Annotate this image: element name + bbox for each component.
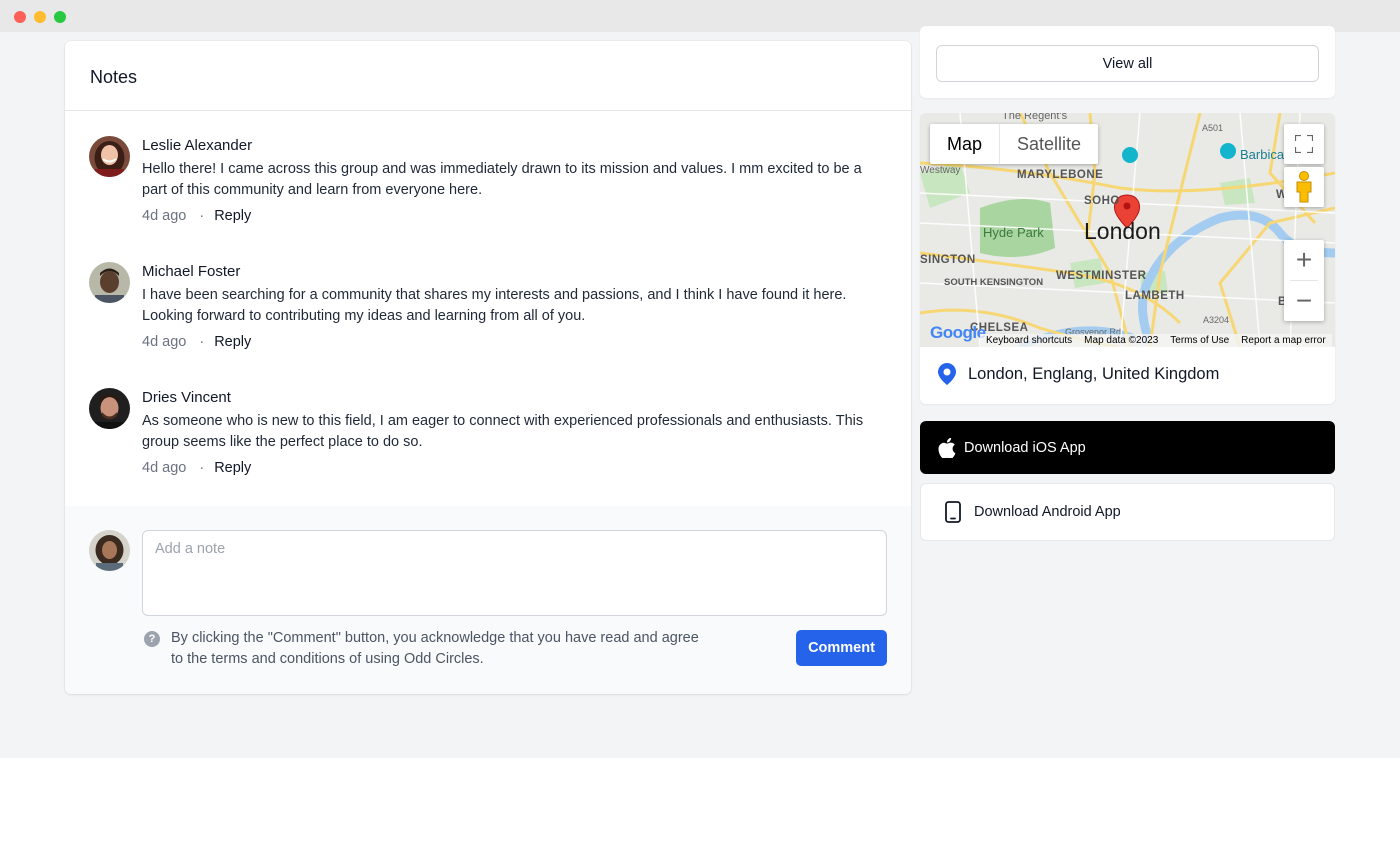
reply-button[interactable]: Reply (214, 208, 251, 224)
comment-disclaimer: ? By clicking the "Comment" button, you … (144, 628, 704, 669)
comment-meta: 4d ago · Reply (142, 334, 887, 350)
maximize-window-button[interactable] (54, 11, 66, 23)
map-label-westway: Westway (920, 165, 960, 176)
page-content: Notes Leslie Alexander Hello there! I ca… (0, 26, 1400, 758)
meta-separator: · (199, 208, 205, 224)
reply-button[interactable]: Reply (214, 334, 251, 350)
download-android-label: Download Android App (974, 504, 1121, 520)
street-view-button[interactable] (1284, 167, 1324, 207)
minimize-window-button[interactable] (34, 11, 46, 23)
map-label-marylebone: MARYLEBONE (1017, 169, 1103, 181)
location-row: London, Englang, United Kingdom (938, 363, 1219, 385)
avatar (89, 136, 130, 177)
map-label-kensington: SINGTON (920, 254, 976, 266)
phone-icon (945, 501, 961, 523)
comment-author: Michael Foster (142, 263, 241, 280)
comment-body: Dries Vincent As someone who is new to t… (142, 388, 887, 476)
download-android-button[interactable]: Download Android App (920, 483, 1335, 541)
map-tab-satellite[interactable]: Satellite (1000, 124, 1098, 164)
avatar (89, 388, 130, 429)
terms-of-use-link[interactable]: Terms of Use (1164, 334, 1235, 347)
comment-body: Leslie Alexander Hello there! I came acr… (142, 136, 887, 224)
current-user-avatar (89, 530, 130, 571)
download-ios-label: Download iOS App (964, 439, 1086, 456)
comment-meta: 4d ago · Reply (142, 208, 887, 224)
note-composer: ? By clicking the "Comment" button, you … (65, 506, 911, 694)
map-label-soho: SOHO (1084, 195, 1120, 207)
disclaimer-text: By clicking the "Comment" button, you ac… (171, 630, 699, 667)
reply-button[interactable]: Reply (214, 460, 251, 476)
comment-body: Michael Foster I have been searching for… (142, 262, 887, 350)
meta-separator: · (199, 460, 205, 476)
map-label-regents: The Regent's (1002, 113, 1068, 122)
view-all-button[interactable]: View all (936, 45, 1319, 82)
comment-author: Dries Vincent (142, 389, 231, 406)
apple-icon (938, 437, 956, 458)
map-label-hyde-park: Hyde Park (983, 225, 1044, 240)
google-logo-text: Google (930, 323, 986, 342)
location-pin-icon (938, 363, 956, 385)
map-view[interactable]: London MARYLEBONE SOHO Hyde Park WESTMIN… (920, 113, 1335, 347)
zoom-controls: + − (1284, 240, 1324, 321)
avatar (89, 262, 130, 303)
close-window-button[interactable] (14, 11, 26, 23)
view-all-card: View all (920, 26, 1335, 98)
map-label-a3204: A3204 (1203, 315, 1229, 325)
comment-time: 4d ago (142, 208, 187, 224)
map-data-credit: Map data ©2023 (1084, 335, 1159, 346)
download-ios-button[interactable]: Download iOS App (920, 421, 1335, 474)
map-label-lambeth: LAMBETH (1125, 290, 1185, 302)
question-icon: ? (144, 631, 160, 647)
pegman-icon (1296, 171, 1312, 203)
map-label-city: London (1084, 218, 1161, 244)
comment-meta: 4d ago · Reply (142, 460, 887, 476)
google-logo: Google (930, 323, 986, 343)
meta-separator: · (199, 334, 205, 350)
zoom-out-button[interactable]: − (1284, 281, 1324, 321)
map-label-a501: A501 (1202, 123, 1223, 133)
comment-author: Leslie Alexander (142, 137, 253, 154)
notes-title: Notes (90, 67, 138, 87)
comment-text: I have been searching for a community th… (142, 287, 847, 324)
map-label-westminster: WESTMINSTER (1056, 270, 1147, 282)
map-tab-map[interactable]: Map (930, 124, 1001, 164)
map-label-south-kensington: SOUTH KENSINGTON (944, 277, 1043, 288)
location-text: London, Englang, United Kingdom (968, 364, 1220, 383)
map-label-barbican: Barbica (1240, 147, 1285, 162)
fullscreen-button[interactable] (1284, 124, 1324, 164)
zoom-in-button[interactable]: + (1284, 240, 1324, 280)
map-card: London MARYLEBONE SOHO Hyde Park WESTMIN… (920, 113, 1335, 404)
map-type-toggle: Map Satellite (930, 124, 1099, 164)
comment-time: 4d ago (142, 334, 187, 350)
notes-header: Notes (65, 41, 911, 111)
note-input[interactable] (142, 530, 887, 616)
fullscreen-icon (1295, 135, 1313, 153)
comment-text: As someone who is new to this field, I a… (142, 413, 864, 450)
report-map-error-link[interactable]: Report a map error (1235, 334, 1331, 347)
map-attribution: Keyboard shortcuts Map data ©2023 Terms … (980, 334, 1332, 347)
keyboard-shortcuts-link[interactable]: Keyboard shortcuts (980, 334, 1078, 347)
comment-text: Hello there! I came across this group an… (142, 161, 862, 198)
comment-button[interactable]: Comment (796, 630, 887, 666)
comment-time: 4d ago (142, 460, 187, 476)
notes-card: Notes Leslie Alexander Hello there! I ca… (65, 41, 911, 694)
